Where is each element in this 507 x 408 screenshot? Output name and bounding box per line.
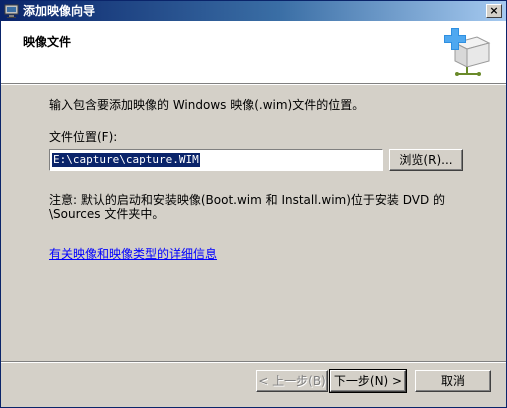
footer-divider	[1, 361, 506, 363]
add-image-wizard-window: 添加映像向导 × 映像文件 输入包含要添加映像的 Windows 映像(.wim…	[0, 0, 507, 408]
file-location-input[interactable]: E:\capture\capture.WIM	[49, 149, 383, 171]
cancel-button[interactable]: 取消	[415, 370, 491, 392]
file-location-label: 文件位置(F):	[49, 130, 118, 144]
back-button[interactable]: < 上一步(B)	[256, 370, 328, 392]
page-title: 映像文件	[23, 35, 72, 49]
wizard-content: 输入包含要添加映像的 Windows 映像(.wim)文件的位置。 文件位置(F…	[1, 85, 506, 359]
description-text: 输入包含要添加映像的 Windows 映像(.wim)文件的位置。	[49, 98, 365, 112]
title-bar[interactable]: 添加映像向导 ×	[1, 1, 506, 21]
wizard-header: 映像文件	[1, 21, 506, 83]
add-image-box-icon	[441, 27, 493, 79]
window-title: 添加映像向导	[23, 4, 96, 18]
wizard-app-icon	[4, 3, 20, 19]
next-button[interactable]: 下一步(N) >	[329, 369, 407, 393]
browse-button[interactable]: 浏览(R)...	[389, 149, 463, 171]
note-text-line2: \Sources 文件夹中。	[49, 207, 165, 221]
file-location-value: E:\capture\capture.WIM	[52, 153, 200, 167]
close-button[interactable]: ×	[486, 4, 502, 18]
more-info-link[interactable]: 有关映像和映像类型的详细信息	[49, 245, 217, 262]
close-icon: ×	[489, 4, 499, 17]
